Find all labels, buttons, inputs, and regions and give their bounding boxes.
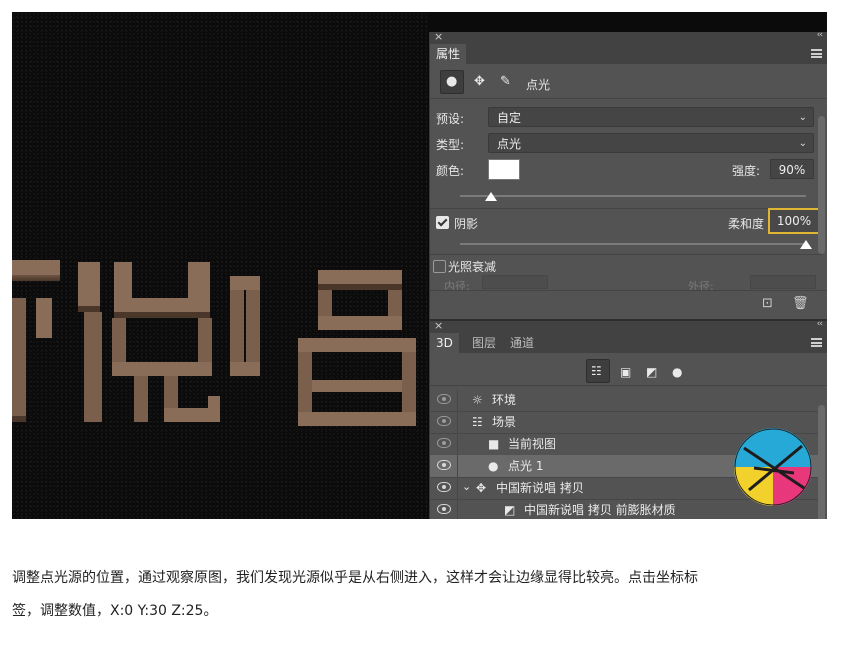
environment-icon: ☼ [472,393,483,407]
chevron-down-icon: ⌄ [798,138,807,149]
3d-filter-row: ☷ ▣ ◩ ● [430,355,827,386]
properties-mode-row: ● ✥ ✎ 点光 [430,68,827,99]
chevron-down-icon[interactable]: ⌄ [462,480,471,494]
tab-3d[interactable]: 3D [430,333,459,353]
shadow-checkbox[interactable] [436,216,449,229]
light-mode-label: 点光 [526,78,551,92]
falloff-checkbox[interactable] [433,260,446,273]
caption-line-2: 签，调整数值，X:0 Y:30 Z:25。 [12,603,218,619]
bulb-icon: ● [488,459,499,473]
tab-channels[interactable]: 通道 [504,333,540,353]
divider [430,208,822,209]
color-swatch[interactable] [488,159,520,180]
material-filter-icon[interactable]: ◩ [646,365,657,379]
light-filter-icon[interactable]: ● [672,365,682,379]
intensity-slider-handle[interactable] [485,192,498,201]
tab-layers[interactable]: 图层 [466,333,502,353]
chevron-down-icon: ⌄ [798,112,807,123]
type-label: 类型: [436,138,465,152]
properties-panel: × ‹‹ 属性 ● ✥ ✎ 点光 预设: 自定 ⌄ 类型: 点光 ⌄ 颜色: 强… [429,30,827,320]
eye-icon[interactable] [437,438,451,448]
tab-properties[interactable]: 属性 [430,44,467,64]
layer-row-environment[interactable]: ☼ 环境 [430,389,822,412]
layer-label: 点光 1 [508,459,544,473]
mesh-filter-icon[interactable]: ▣ [620,365,631,379]
collapse-icon[interactable]: ‹‹ [817,30,823,40]
layer-label: 中国新说唱 拷贝 前膨胀材质 [524,503,676,517]
coordinates-icon[interactable]: ✥ [474,75,485,89]
scene-icon: ☷ [472,415,483,429]
close-icon[interactable]: × [434,30,443,43]
3d-tabbar: 3D 图层 通道 [430,333,827,353]
3d-text-artwork [12,260,416,426]
softness-slider-track[interactable] [460,243,806,245]
scrollbar[interactable] [818,116,825,254]
eye-icon[interactable] [437,394,451,404]
panel-titlebar: × ‹‹ [430,30,827,44]
camera-icon: ■ [488,437,500,451]
light-type-value: 点光 [497,137,522,151]
close-icon[interactable]: × [434,319,443,332]
char-xin-partial [12,260,60,422]
logo-badge [734,428,812,506]
eye-icon[interactable] [437,416,451,426]
scene-filter-button[interactable]: ☷ [586,359,610,383]
scene-tree-icon: ☷ [591,364,602,378]
render-icon[interactable]: ⊡ [762,296,773,311]
preset-label: 预设: [436,112,465,126]
collapse-icon[interactable]: ‹‹ [817,319,823,329]
panel-titlebar: × ‹‹ [430,319,827,333]
divider [430,254,822,255]
softness-field[interactable]: 100% [768,208,820,234]
properties-footer: ⊡ 🗑 [430,290,827,320]
eye-icon[interactable] [437,482,451,492]
intensity-label: 强度: [732,164,761,178]
light-mode-button[interactable]: ● [440,70,464,94]
panel-menu-icon[interactable] [811,338,822,347]
screenshot-frame: × ‹‹ 属性 ● ✥ ✎ 点光 预设: 自定 ⌄ 类型: 点光 ⌄ 颜色: 强… [12,12,827,519]
preset-value: 自定 [497,111,522,125]
intensity-slider-track[interactable] [460,195,806,197]
layer-label: 环境 [492,393,517,407]
outer-radius-field[interactable] [750,275,816,289]
falloff-label: 光照衰减 [448,260,497,274]
layer-label: 中国新说唱 拷贝 [496,481,584,495]
brush-icon[interactable]: ✎ [500,75,511,89]
scrollbar[interactable] [818,405,825,519]
preset-select[interactable]: 自定 ⌄ [488,107,814,127]
color-label: 颜色: [436,164,465,178]
light-type-select[interactable]: 点光 ⌄ [488,133,814,153]
caption-line-1: 调整点光源的位置，通过观察原图，我们发现光源似乎是从右侧进入，这样才会让边缘显得… [12,570,698,586]
mesh-icon: ✥ [476,481,487,495]
softness-slider-handle[interactable] [800,240,812,249]
material-icon: ◩ [504,503,516,517]
eye-icon[interactable] [437,504,451,514]
bulb-icon: ● [446,74,458,89]
layer-label: 当前视图 [508,437,557,451]
char-chang [230,270,416,426]
softness-label: 柔和度 [728,217,765,231]
trash-icon[interactable]: 🗑 [792,296,809,311]
eye-icon[interactable] [437,460,451,470]
properties-tabbar: 属性 [430,44,827,64]
panel-menu-icon[interactable] [811,49,822,58]
intensity-field[interactable]: 90% [770,159,814,179]
shadow-label: 阴影 [454,217,479,231]
char-shuo [78,262,220,422]
inner-radius-field[interactable] [482,275,548,289]
layer-label: 场景 [492,415,517,429]
